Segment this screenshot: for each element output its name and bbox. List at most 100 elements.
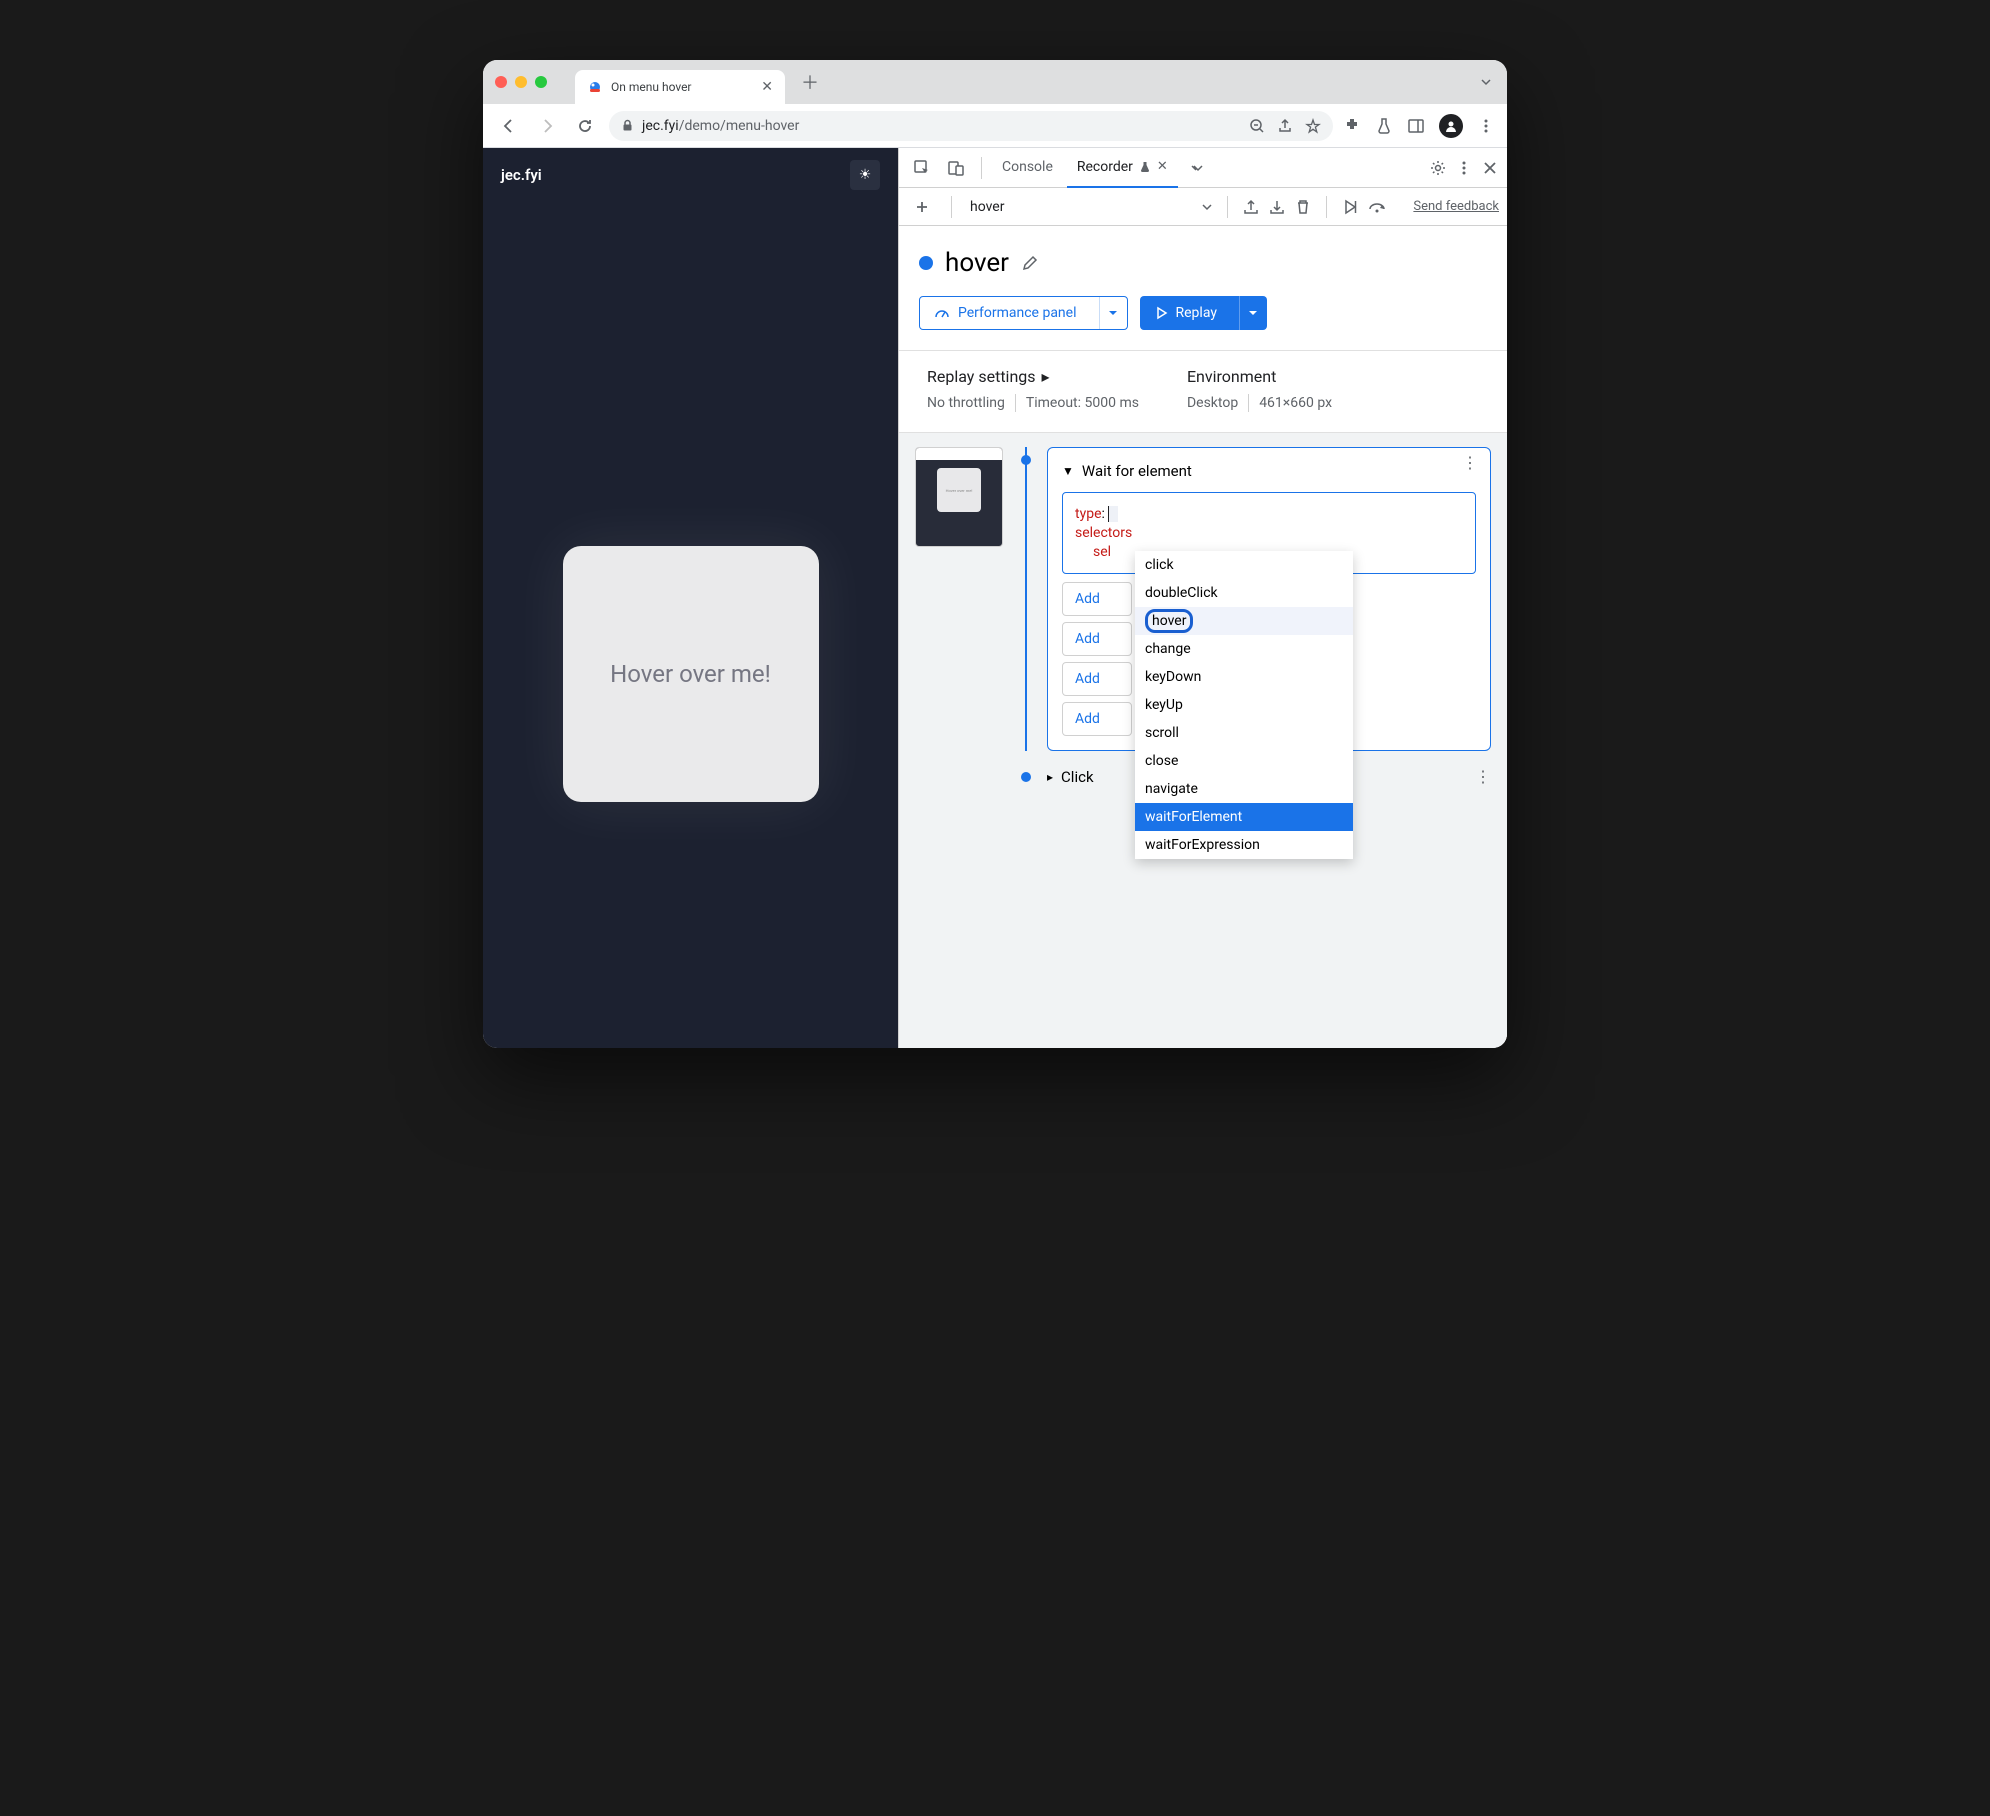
replay-button[interactable]: Replay [1140, 296, 1267, 330]
theme-toggle-button[interactable]: ☀ [850, 160, 880, 190]
recording-actions: Performance panel Replay [899, 296, 1507, 350]
settings-icon[interactable] [1429, 159, 1447, 177]
tab-console[interactable]: Console [992, 148, 1063, 188]
kebab-icon[interactable] [1455, 159, 1473, 177]
device-value: Desktop [1187, 395, 1238, 411]
replay-settings-heading[interactable]: Replay settings ▸ [927, 367, 1139, 386]
tab-close-icon[interactable]: ✕ [761, 79, 773, 95]
type-option-doubleclick[interactable]: doubleClick [1135, 579, 1353, 607]
browser-window: On menu hover ✕ ＋ jec.fyi/demo/menu-hove… [483, 60, 1507, 1048]
play-icon [1154, 306, 1168, 320]
chevron-right-icon: ▸ [1042, 367, 1050, 386]
add-button[interactable]: Add [1062, 702, 1132, 736]
add-button[interactable]: Add [1062, 582, 1132, 616]
type-option-navigate[interactable]: navigate [1135, 775, 1353, 803]
step-menu-button[interactable]: ⋮ [1462, 460, 1478, 466]
menu-icon[interactable] [1477, 117, 1495, 135]
delete-icon[interactable] [1294, 198, 1312, 216]
type-option-waitforexpression[interactable]: waitForExpression [1135, 831, 1353, 859]
labs-icon[interactable] [1375, 117, 1393, 135]
environment-heading: Environment [1187, 367, 1332, 386]
forward-button[interactable] [533, 112, 561, 140]
timeline-dot-icon [1021, 455, 1031, 465]
step-title: Wait for element [1082, 462, 1192, 480]
type-option-click[interactable]: click [1135, 551, 1353, 579]
recording-indicator-icon [919, 256, 933, 270]
text-cursor [1108, 506, 1118, 522]
type-option-change[interactable]: change [1135, 635, 1353, 663]
gauge-icon [934, 305, 950, 321]
new-recording-button[interactable] [907, 192, 937, 222]
type-option-waitforelement[interactable]: waitForElement [1135, 803, 1353, 831]
type-option-hover[interactable]: hover [1135, 607, 1353, 635]
add-button[interactable]: Add [1062, 662, 1132, 696]
reload-button[interactable] [571, 112, 599, 140]
page-header: jec.fyi ☀ [483, 148, 898, 202]
type-option-keyup[interactable]: keyUp [1135, 691, 1353, 719]
step-title-row[interactable]: ▼ Wait for element [1062, 462, 1476, 480]
share-icon[interactable] [1277, 118, 1293, 134]
toolbar-icons [1343, 114, 1495, 138]
recording-title: hover [945, 248, 1009, 278]
type-option-close[interactable]: close [1135, 747, 1353, 775]
recording-selector[interactable]: hover [966, 199, 1008, 215]
throttling-value: No throttling [927, 395, 1005, 411]
new-tab-button[interactable]: ＋ [793, 65, 827, 99]
close-tab-icon[interactable]: ✕ [1157, 159, 1168, 174]
chevron-right-icon: ▸ [1047, 770, 1053, 784]
close-devtools-icon[interactable] [1481, 159, 1499, 177]
devtools-tabstrip: Console Recorder ✕ [899, 148, 1507, 188]
zoom-out-icon[interactable] [1249, 118, 1265, 134]
extensions-icon[interactable] [1343, 117, 1361, 135]
address-bar: jec.fyi/demo/menu-hover [483, 104, 1507, 148]
recording-dropdown-icon[interactable] [1201, 201, 1213, 213]
step-menu-button[interactable]: ⋮ [1475, 767, 1491, 786]
type-autocomplete-dropdown: click doubleClick hover change keyDown k… [1135, 551, 1353, 859]
recorder-toolbar: hover Send feedback [899, 188, 1507, 226]
browser-tab[interactable]: On menu hover ✕ [575, 70, 785, 104]
edit-icon[interactable] [1021, 254, 1039, 272]
play-icon[interactable] [1341, 198, 1359, 216]
step-over-icon[interactable] [1367, 198, 1387, 216]
step-thumbnail[interactable]: Hover over me! [915, 447, 1003, 547]
more-tabs-icon[interactable] [1182, 153, 1212, 183]
steps-area: Hover over me! ▼ Wait for element ⋮ type… [899, 433, 1507, 1048]
timeline-dot-icon [1021, 772, 1031, 782]
back-button[interactable] [495, 112, 523, 140]
devtools-panel: Console Recorder ✕ hover [898, 148, 1507, 1048]
replay-dropdown-icon[interactable] [1239, 296, 1267, 330]
close-window-button[interactable] [495, 76, 507, 88]
send-feedback-link[interactable]: Send feedback [1413, 199, 1499, 214]
bookmark-icon[interactable] [1305, 118, 1321, 134]
type-option-keydown[interactable]: keyDown [1135, 663, 1353, 691]
maximize-window-button[interactable] [535, 76, 547, 88]
step-row: Hover over me! ▼ Wait for element ⋮ type… [915, 447, 1491, 751]
properties-editor[interactable]: type: selectors sel click doubleClick ho… [1062, 492, 1476, 574]
lock-icon [621, 119, 634, 132]
minimize-window-button[interactable] [515, 76, 527, 88]
export-icon[interactable] [1242, 198, 1260, 216]
recording-header: hover [899, 226, 1507, 296]
favicon-icon [587, 79, 603, 95]
window-controls [495, 76, 563, 88]
performance-panel-button[interactable]: Performance panel [919, 296, 1128, 330]
chevron-down-icon[interactable] [1479, 75, 1493, 89]
type-option-scroll[interactable]: scroll [1135, 719, 1353, 747]
omnibox[interactable]: jec.fyi/demo/menu-hover [609, 111, 1333, 141]
sidepanel-icon[interactable] [1407, 117, 1425, 135]
performance-dropdown-icon[interactable] [1099, 297, 1127, 329]
import-icon[interactable] [1268, 198, 1286, 216]
add-button[interactable]: Add [1062, 622, 1132, 656]
timeout-value: Timeout: 5000 ms [1026, 395, 1139, 411]
tab-recorder[interactable]: Recorder ✕ [1067, 148, 1178, 188]
device-toggle-icon[interactable] [941, 153, 971, 183]
step-title: Click [1061, 768, 1094, 786]
hover-card[interactable]: Hover over me! [563, 546, 819, 802]
profile-avatar[interactable] [1439, 114, 1463, 138]
content-area: jec.fyi ☀ Hover over me! Console Recorde… [483, 148, 1507, 1048]
url-text: jec.fyi/demo/menu-hover [642, 118, 799, 134]
flask-icon [1139, 161, 1151, 173]
hover-card-text: Hover over me! [610, 660, 771, 688]
chevron-down-icon: ▼ [1062, 464, 1074, 478]
inspect-icon[interactable] [907, 153, 937, 183]
